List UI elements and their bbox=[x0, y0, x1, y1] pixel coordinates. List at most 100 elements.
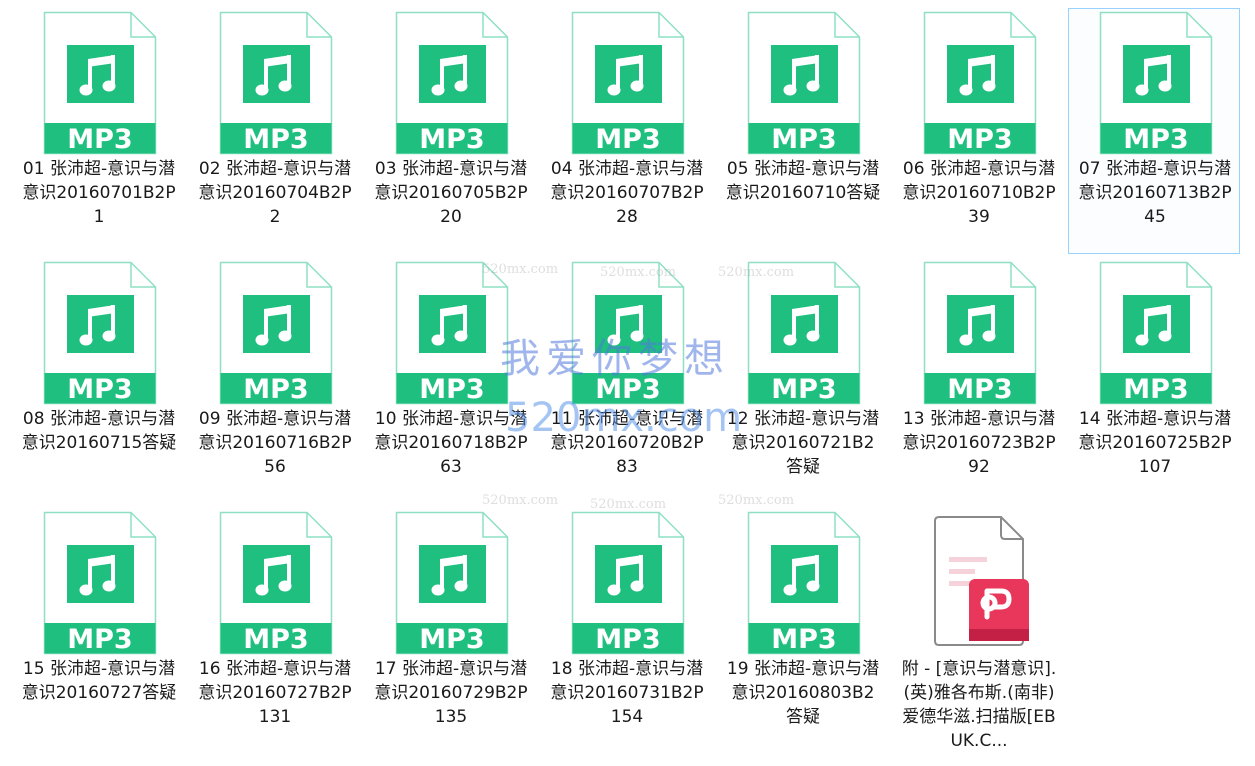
mp3-file-icon: MP3 bbox=[923, 261, 1037, 405]
file-name: 09 张沛超-意识与潜意识20160716B2P56 bbox=[198, 409, 352, 477]
mp3-file-icon: MP3 bbox=[43, 11, 157, 155]
mp3-file-icon-wrap: MP3 bbox=[923, 261, 1037, 405]
file-item[interactable]: MP3 11 张沛超-意识与潜意识20160720B2P83 bbox=[540, 258, 712, 504]
mp3-file-icon: MP3 bbox=[219, 511, 333, 655]
pdf-file-icon bbox=[923, 511, 1037, 655]
file-type-label: MP3 bbox=[947, 374, 1012, 405]
file-item[interactable]: MP3 17 张沛超-意识与潜意识20160729B2P135 bbox=[364, 508, 536, 754]
mp3-file-icon: MP3 bbox=[219, 11, 333, 155]
file-name: 13 张沛超-意识与潜意识20160723B2P92 bbox=[902, 409, 1056, 477]
file-type-label: MP3 bbox=[243, 624, 308, 655]
file-type-label: MP3 bbox=[419, 624, 484, 655]
mp3-file-icon: MP3 bbox=[571, 261, 685, 405]
file-name: 01 张沛超-意识与潜意识20160701B2P1 bbox=[22, 159, 176, 227]
file-type-label: MP3 bbox=[67, 124, 132, 155]
file-item[interactable]: MP3 19 张沛超-意识与潜意识20160803B2答疑 bbox=[716, 508, 888, 754]
file-type-label: MP3 bbox=[243, 374, 308, 405]
file-type-label: MP3 bbox=[771, 374, 836, 405]
mp3-file-icon-wrap: MP3 bbox=[219, 261, 333, 405]
file-item[interactable]: MP3 07 张沛超-意识与潜意识20160713B2P45 bbox=[1068, 8, 1240, 254]
mp3-file-icon: MP3 bbox=[571, 511, 685, 655]
mp3-file-icon-wrap: MP3 bbox=[571, 11, 685, 155]
file-item[interactable]: MP3 04 张沛超-意识与潜意识20160707B2P28 bbox=[540, 8, 712, 254]
mp3-file-icon-wrap: MP3 bbox=[747, 11, 861, 155]
file-name: 15 张沛超-意识与潜意识20160727答疑 bbox=[21, 659, 177, 703]
file-type-label: MP3 bbox=[595, 124, 660, 155]
mp3-file-icon-wrap: MP3 bbox=[923, 11, 1037, 155]
mp3-file-icon-wrap: MP3 bbox=[395, 261, 509, 405]
file-name: 17 张沛超-意识与潜意识20160729B2P135 bbox=[374, 659, 528, 727]
mp3-file-icon-wrap: MP3 bbox=[395, 511, 509, 655]
mp3-file-icon: MP3 bbox=[395, 511, 509, 655]
file-name: 10 张沛超-意识与潜意识20160718B2P63 bbox=[374, 409, 528, 477]
file-type-label: MP3 bbox=[1123, 374, 1188, 405]
file-type-label: MP3 bbox=[947, 124, 1012, 155]
file-type-label: MP3 bbox=[771, 624, 836, 655]
mp3-file-icon-wrap: MP3 bbox=[43, 261, 157, 405]
file-type-label: MP3 bbox=[243, 124, 308, 155]
file-item[interactable]: MP3 14 张沛超-意识与潜意识20160725B2P107 bbox=[1068, 258, 1240, 504]
mp3-file-icon-wrap: MP3 bbox=[1099, 11, 1213, 155]
mp3-file-icon: MP3 bbox=[43, 511, 157, 655]
file-type-label: MP3 bbox=[419, 374, 484, 405]
mp3-file-icon: MP3 bbox=[219, 261, 333, 405]
mp3-file-icon-wrap: MP3 bbox=[219, 11, 333, 155]
file-type-label: MP3 bbox=[1123, 124, 1188, 155]
file-name: 04 张沛超-意识与潜意识20160707B2P28 bbox=[550, 159, 704, 227]
file-name: 07 张沛超-意识与潜意识20160713B2P45 bbox=[1078, 159, 1232, 227]
mp3-file-icon: MP3 bbox=[747, 261, 861, 405]
file-name: 附 - [意识与潜意识].(英)雅各布斯.(南非)爱德华滋.扫描版[EBUK.C… bbox=[901, 659, 1057, 751]
file-type-label: MP3 bbox=[771, 124, 836, 155]
file-name: 18 张沛超-意识与潜意识20160731B2P154 bbox=[550, 659, 704, 727]
file-name: 06 张沛超-意识与潜意识20160710B2P39 bbox=[902, 159, 1056, 227]
mp3-file-icon-wrap: MP3 bbox=[395, 11, 509, 155]
file-item[interactable]: MP3 13 张沛超-意识与潜意识20160723B2P92 bbox=[892, 258, 1064, 504]
pdf-document-icon bbox=[934, 516, 1029, 646]
file-name: 16 张沛超-意识与潜意识20160727B2P131 bbox=[198, 659, 352, 727]
file-item[interactable]: MP3 06 张沛超-意识与潜意识20160710B2P39 bbox=[892, 8, 1064, 254]
mp3-file-icon-wrap: MP3 bbox=[747, 511, 861, 655]
file-type-label: MP3 bbox=[419, 124, 484, 155]
file-item[interactable]: MP3 16 张沛超-意识与潜意识20160727B2P131 bbox=[188, 508, 360, 754]
file-item[interactable]: MP3 02 张沛超-意识与潜意识20160704B2P2 bbox=[188, 8, 360, 254]
file-item[interactable]: MP3 18 张沛超-意识与潜意识20160731B2P154 bbox=[540, 508, 712, 754]
mp3-file-icon-wrap: MP3 bbox=[571, 511, 685, 655]
mp3-file-icon: MP3 bbox=[923, 11, 1037, 155]
mp3-file-icon-wrap: MP3 bbox=[43, 511, 157, 655]
mp3-file-icon: MP3 bbox=[1099, 261, 1213, 405]
file-name: 03 张沛超-意识与潜意识20160705B2P20 bbox=[374, 159, 528, 227]
file-name: 02 张沛超-意识与潜意识20160704B2P2 bbox=[198, 159, 352, 227]
mp3-file-icon-wrap: MP3 bbox=[43, 11, 157, 155]
file-item[interactable]: MP3 12 张沛超-意识与潜意识20160721B2答疑 bbox=[716, 258, 888, 504]
file-item[interactable]: MP3 15 张沛超-意识与潜意识20160727答疑 bbox=[12, 508, 184, 754]
mp3-file-icon-wrap: MP3 bbox=[571, 261, 685, 405]
mp3-file-icon: MP3 bbox=[395, 261, 509, 405]
file-grid: MP3 01 张沛超-意识与潜意识20160701B2P1 MP3 02 张沛超-意识… bbox=[12, 8, 1248, 758]
mp3-file-icon: MP3 bbox=[43, 261, 157, 405]
file-name: 05 张沛超-意识与潜意识20160710答疑 bbox=[725, 159, 881, 203]
file-name: 14 张沛超-意识与潜意识20160725B2P107 bbox=[1078, 409, 1232, 477]
mp3-file-icon: MP3 bbox=[571, 11, 685, 155]
mp3-file-icon: MP3 bbox=[747, 511, 861, 655]
file-item[interactable]: MP3 01 张沛超-意识与潜意识20160701B2P1 bbox=[12, 8, 184, 254]
mp3-file-icon: MP3 bbox=[395, 11, 509, 155]
file-item[interactable]: MP3 10 张沛超-意识与潜意识20160718B2P63 bbox=[364, 258, 536, 504]
file-item[interactable]: MP3 03 张沛超-意识与潜意识20160705B2P20 bbox=[364, 8, 536, 254]
file-type-label: MP3 bbox=[67, 624, 132, 655]
file-name: 08 张沛超-意识与潜意识20160715答疑 bbox=[21, 409, 177, 453]
mp3-file-icon-wrap: MP3 bbox=[1099, 261, 1213, 405]
file-type-label: MP3 bbox=[67, 374, 132, 405]
file-item[interactable]: MP3 05 张沛超-意识与潜意识20160710答疑 bbox=[716, 8, 888, 254]
file-type-label: MP3 bbox=[595, 374, 660, 405]
file-name: 19 张沛超-意识与潜意识20160803B2答疑 bbox=[726, 659, 880, 727]
file-item[interactable]: MP3 08 张沛超-意识与潜意识20160715答疑 bbox=[12, 258, 184, 504]
file-type-label: MP3 bbox=[595, 624, 660, 655]
mp3-file-icon: MP3 bbox=[1099, 11, 1213, 155]
mp3-file-icon-wrap: MP3 bbox=[747, 261, 861, 405]
file-name: 11 张沛超-意识与潜意识20160720B2P83 bbox=[550, 409, 704, 477]
mp3-file-icon-wrap: MP3 bbox=[219, 511, 333, 655]
mp3-file-icon: MP3 bbox=[747, 11, 861, 155]
file-item[interactable]: MP3 09 张沛超-意识与潜意识20160716B2P56 bbox=[188, 258, 360, 504]
file-item[interactable]: 附 - [意识与潜意识].(英)雅各布斯.(南非)爱德华滋.扫描版[EBUK.C… bbox=[892, 508, 1064, 754]
file-name: 12 张沛超-意识与潜意识20160721B2答疑 bbox=[726, 409, 880, 477]
